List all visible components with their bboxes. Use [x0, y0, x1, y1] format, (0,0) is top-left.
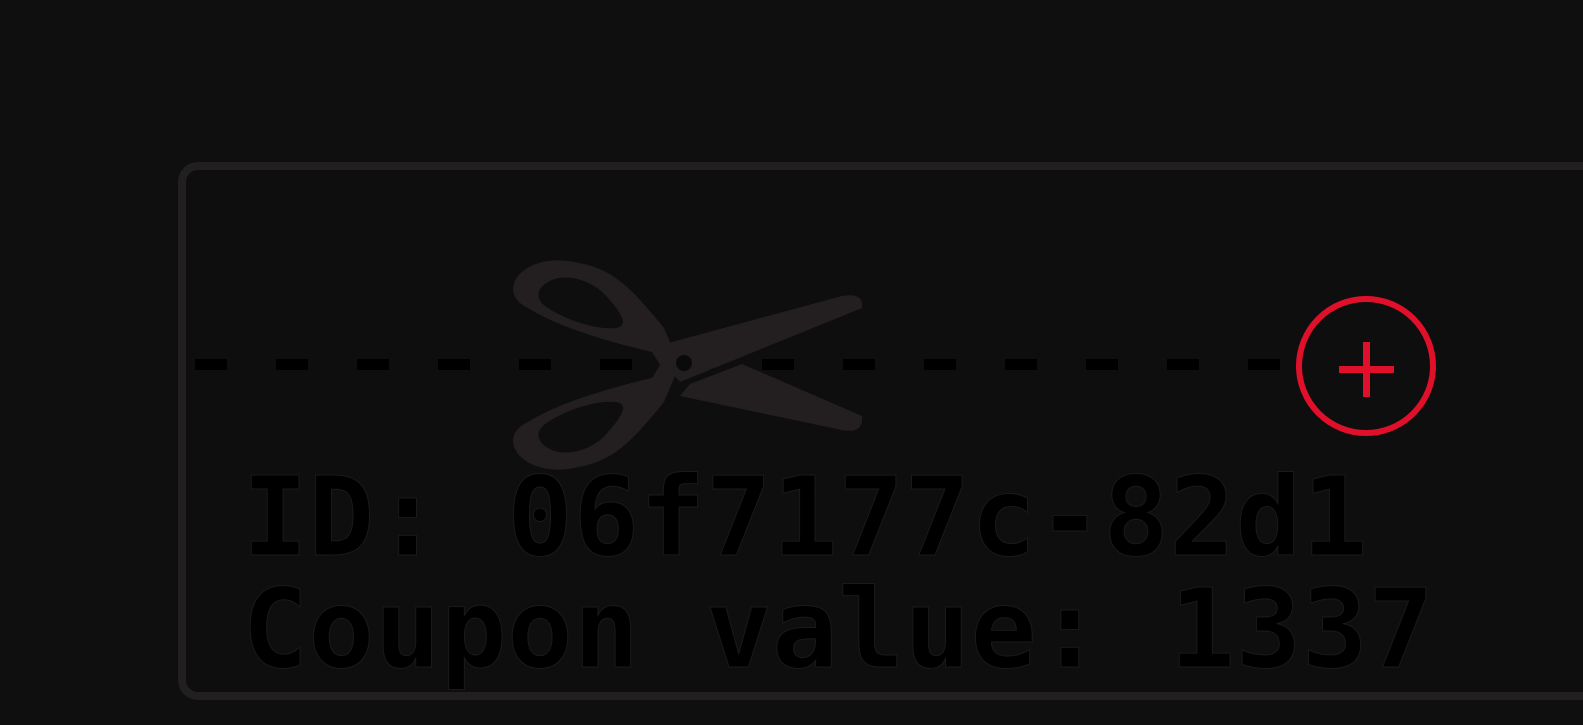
plus-icon [1339, 342, 1394, 397]
coupon-value: Coupon value: 1337 [241, 565, 1435, 693]
coupon-id: ID: 06f7177c-82d1 [242, 453, 1369, 581]
page: ID: 06f7177c-82d1 Coupon value: 1337 [0, 0, 1583, 725]
add-coupon-button[interactable] [1296, 296, 1436, 436]
scissors-icon [513, 260, 863, 470]
